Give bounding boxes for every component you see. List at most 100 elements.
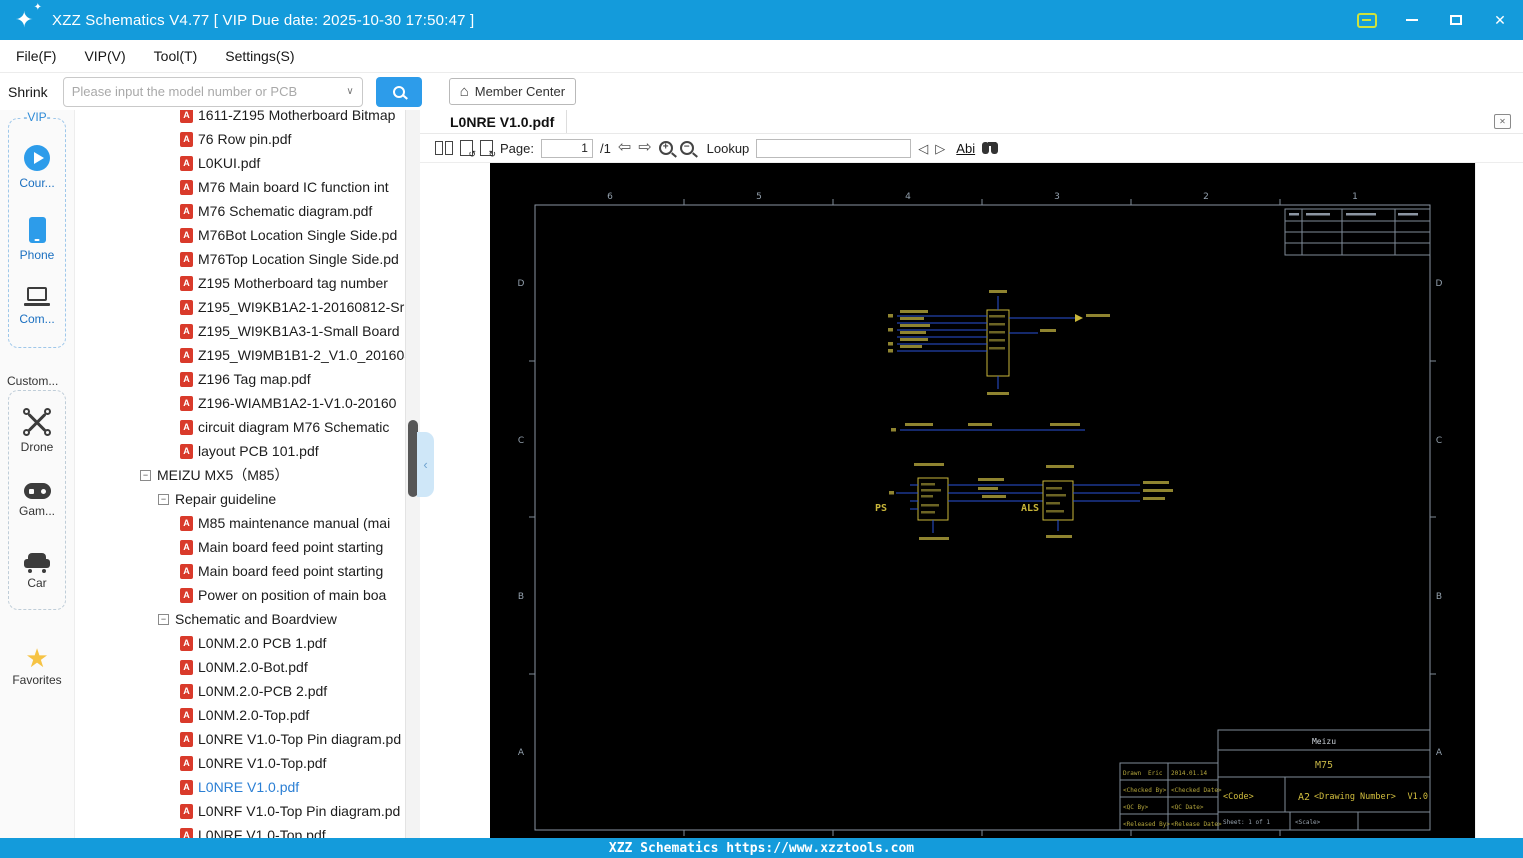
sidebar-item-phone[interactable]: Phone: [9, 217, 65, 262]
two-page-view-icon[interactable]: [435, 141, 453, 155]
sidebar-item-course[interactable]: Cour...: [9, 145, 65, 190]
sidebar-item-car[interactable]: Car: [9, 553, 65, 590]
tree-file-row[interactable]: A L0KUI.pdf: [75, 151, 405, 175]
pdf-file-icon: A: [180, 731, 193, 747]
previous-view-icon[interactable]: ⇦: [618, 140, 631, 156]
lookup-input[interactable]: [756, 138, 912, 158]
sidebar-item-favorites[interactable]: ★ Favorites: [0, 645, 74, 687]
text-select-tool-button[interactable]: Abi: [956, 141, 975, 156]
tree-file-row[interactable]: A Z196-WIAMB1A2-1-V1.0-20160: [75, 391, 405, 415]
page-number-input[interactable]: [540, 138, 593, 158]
menu-item[interactable]: File(F): [16, 48, 56, 64]
tree-node-row[interactable]: − Schematic and Boardview: [75, 607, 405, 631]
close-button[interactable]: ✕: [1491, 11, 1509, 29]
tree-file-row[interactable]: A Power on position of main boa: [75, 583, 405, 607]
zone-row-label: B: [1436, 592, 1442, 602]
document-tab-label: L0NRE V1.0.pdf: [450, 113, 555, 130]
tree-file-row[interactable]: A Z195_WI9MB1B1-2_V1.0_201608: [75, 343, 405, 367]
tree-file-row[interactable]: A M76 Schematic diagram.pdf: [75, 199, 405, 223]
tree-file-row[interactable]: A L0NRE V1.0-Top Pin diagram.pd: [75, 727, 405, 751]
lookup-label: Lookup: [706, 140, 750, 156]
tree-file-row[interactable]: A M76 Main board IC function int: [75, 175, 405, 199]
pdf-file-icon: A: [180, 563, 193, 579]
zone-column-label: 6: [607, 192, 613, 202]
home-icon: ⌂: [459, 83, 469, 100]
window-title: XZZ Schematics V4.77 [ VIP Due date: 202…: [52, 11, 475, 29]
pdf-file-icon: A: [180, 803, 193, 819]
tree-file-row[interactable]: Alayout PCB 101.pdf: [75, 439, 405, 463]
sidebar-item-gamepad[interactable]: Gam...: [9, 483, 65, 518]
titleblock-model: M75: [1315, 760, 1333, 771]
tree-file-row[interactable]: A 1611-Z195 Motherboard Bitmap: [75, 110, 405, 127]
tree-collapse-icon[interactable]: −: [158, 493, 169, 505]
tree-file-row[interactable]: A L0NRF V1.0-Top.pdf: [75, 823, 405, 838]
tree-file-row[interactable]: A Z195 Motherboard tag number: [75, 271, 405, 295]
panel-collapse-handle[interactable]: ‹: [417, 432, 434, 497]
tree-node-row[interactable]: − MEIZU MX5（M85）: [75, 463, 405, 487]
find-next-icon[interactable]: ▷: [935, 142, 945, 155]
document-tab[interactable]: L0NRE V1.0.pdf: [438, 110, 568, 133]
tree-file-row[interactable]: A Z195_WI9KB1A3-1-Small Board: [75, 319, 405, 343]
model-search-box[interactable]: ∨: [62, 76, 363, 107]
sidebar-item-computer[interactable]: Com...: [9, 287, 65, 326]
tree-file-row[interactable]: A L0NRF V1.0-Top Pin diagram.pd: [75, 799, 405, 823]
tree-item-label: M76 Main board IC function int: [198, 179, 389, 195]
tree-file-row[interactable]: Acircuit diagram M76 Schematic: [75, 415, 405, 439]
tree-file-row[interactable]: A M85 maintenance manual (mai: [75, 511, 405, 535]
tree-file-row[interactable]: A L0NM.2.0-Bot.pdf: [75, 655, 405, 679]
zone-row-label: C: [518, 436, 524, 446]
zone-column-label: 5: [756, 192, 762, 202]
drone-icon: [23, 408, 51, 436]
schematic-page: 6 5 4 3 2 1 D C B A D C B A PS ALS Meizu…: [518, 192, 1443, 836]
tree-file-row[interactable]: A Main board feed point starting: [75, 559, 405, 583]
tree-file-row[interactable]: A 76 Row pin.pdf: [75, 127, 405, 151]
tree-item-label: Schematic and Boardview: [175, 611, 337, 627]
tree-file-row[interactable]: A M76Bot Location Single Side.pd: [75, 223, 405, 247]
zoom-out-icon[interactable]: −: [679, 141, 694, 155]
sidebar-item-label: Cour...: [19, 176, 55, 190]
rotate-left-icon[interactable]: ↺: [460, 140, 476, 159]
model-search-input[interactable]: [71, 84, 343, 99]
vip-card-icon[interactable]: [1357, 12, 1377, 28]
tree-file-row[interactable]: A L0NM.2.0-Top.pdf: [75, 703, 405, 727]
star-icon: ★: [25, 643, 49, 673]
zoom-in-icon[interactable]: +: [658, 141, 673, 155]
sidebar-item-drone[interactable]: Drone: [9, 408, 65, 454]
tree-file-row[interactable]: A L0NM.2.0 PCB 1.pdf: [75, 631, 405, 655]
tree-file-row[interactable]: A Z196 Tag map.pdf: [75, 367, 405, 391]
tree-file-row[interactable]: A L0NRE V1.0.pdf: [75, 775, 405, 799]
tree-item-label: Repair guideline: [175, 491, 277, 507]
pdf-file-icon: A: [180, 659, 193, 675]
tree-node-row[interactable]: − Repair guideline: [75, 487, 405, 511]
member-center-button[interactable]: ⌂ Member Center: [448, 78, 577, 105]
binoculars-search-icon[interactable]: [982, 142, 999, 154]
gamepad-icon: [23, 483, 51, 499]
tree-collapse-icon[interactable]: −: [158, 613, 169, 625]
tree-file-row[interactable]: A Z195_WI9KB1A2-1-20160812-Sr: [75, 295, 405, 319]
tree-item-label: M85 maintenance manual (mai: [198, 515, 391, 531]
menu-item[interactable]: Settings(S): [225, 48, 294, 64]
tree-file-row[interactable]: A L0NRE V1.0-Top.pdf: [75, 751, 405, 775]
search-button[interactable]: [375, 76, 422, 107]
zone-row-label: A: [518, 748, 525, 758]
tree-file-row[interactable]: A Main board feed point starting: [75, 535, 405, 559]
shrink-button[interactable]: Shrink: [8, 84, 48, 100]
tree-item-label: layout PCB 101.pdf: [198, 443, 319, 459]
tree-file-row[interactable]: A M76Top Location Single Side.pd: [75, 247, 405, 271]
maximize-button[interactable]: [1447, 11, 1465, 29]
tree-file-row[interactable]: A L0NM.2.0-PCB 2.pdf: [75, 679, 405, 703]
tree-collapse-icon[interactable]: −: [140, 469, 151, 481]
file-tree-panel[interactable]: A 1611-Z195 Motherboard Bitmap A 76 Row pin…: [75, 110, 405, 838]
close-document-icon[interactable]: ✕: [1494, 114, 1511, 129]
custom-group: Drone Gam... Car: [8, 390, 66, 610]
rotate-right-icon[interactable]: ↻: [480, 140, 496, 159]
menu-item[interactable]: Tool(T): [154, 48, 198, 64]
tree-item-label: L0KUI.pdf: [198, 155, 261, 171]
chevron-down-icon[interactable]: ∨: [346, 86, 353, 97]
pdf-file-icon: A: [180, 371, 193, 387]
find-previous-icon[interactable]: ◁: [918, 142, 928, 155]
menu-item[interactable]: VIP(V): [84, 48, 125, 64]
pdf-canvas[interactable]: 6 5 4 3 2 1 D C B A D C B A PS ALS Meizu…: [490, 163, 1475, 838]
next-view-icon[interactable]: ⇨: [638, 140, 651, 156]
minimize-button[interactable]: [1403, 11, 1421, 29]
